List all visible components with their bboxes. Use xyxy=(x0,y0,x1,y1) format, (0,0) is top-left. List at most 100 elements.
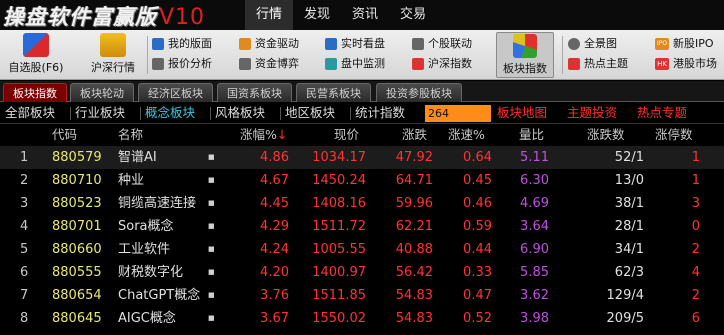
cell-ratio: 3.62 xyxy=(520,288,549,303)
cell-code: 880710 xyxy=(52,173,102,188)
cell-name: 财税数字化 xyxy=(118,265,184,280)
index-icon xyxy=(412,58,424,70)
filter-gainian[interactable]: 概念板块 xyxy=(145,103,195,123)
table-row[interactable]: 6 880555 财税数字化 4.20 1400.97 56.42 0.33 5.85 62/3… xyxy=(0,261,724,284)
report-icon xyxy=(152,58,164,70)
panorama-icon xyxy=(568,38,580,50)
cell-chg-pct: 4.67 xyxy=(260,173,289,188)
table-row[interactable]: 5 880660 工业软件 4.24 1005.55 40.88 0.44 6.90 34/1 2… xyxy=(0,238,724,261)
col-chg[interactable]: 涨跌 xyxy=(402,124,427,146)
cell-price: 1400.97 xyxy=(312,265,366,280)
table-row[interactable]: 4 880701 Sora概念 4.29 1511.72 62.21 0.59 3.64 28/… xyxy=(0,215,724,238)
menu-hangqing[interactable]: 行情 xyxy=(245,0,294,30)
col-limit[interactable]: 涨停数 xyxy=(655,124,693,146)
filter-hangye[interactable]: 行业板块 xyxy=(75,103,125,123)
wode-button[interactable]: 我的版面 xyxy=(152,34,212,54)
cell-updown: 28/1 xyxy=(614,219,644,234)
link-redian-zhuanti[interactable]: 热点专题 xyxy=(637,103,687,123)
cell-chg-pct: 4.29 xyxy=(260,219,289,234)
toolbar-divider xyxy=(147,36,148,74)
flag-marker-icon: ■ xyxy=(208,268,215,276)
tab-touzi-cangu[interactable]: 投资参股板块 xyxy=(376,83,462,102)
cell-chg-pct: 3.67 xyxy=(260,311,289,326)
cell-chg-pct: 3.76 xyxy=(260,288,289,303)
cell-price: 1034.17 xyxy=(312,150,366,165)
flag-marker-icon: ■ xyxy=(208,153,215,161)
cell-updown: 129/4 xyxy=(606,288,644,303)
menu-jiaoyi[interactable]: 交易 xyxy=(389,0,437,30)
flag-marker-icon: ■ xyxy=(208,199,215,207)
tab-minyingxi[interactable]: 民营系板块 xyxy=(296,83,371,102)
xingu-button[interactable]: IPO 新股IPO xyxy=(655,34,717,54)
app-logo: 操盘软件富赢版V10 xyxy=(3,5,206,30)
tab-guozixi[interactable]: 国资系板块 xyxy=(217,83,292,102)
cell-speed: 0.46 xyxy=(463,196,492,211)
cell-updown: 52/1 xyxy=(614,150,644,165)
link-zhuti-touzi[interactable]: 主题投资 xyxy=(567,103,617,123)
cell-price: 1450.24 xyxy=(312,173,366,188)
shishi-button[interactable]: 实时看盘 xyxy=(325,34,385,54)
redian-button[interactable]: 热点主题 xyxy=(568,54,628,74)
toolbar-group-2: 资金驱动 资金博弈 xyxy=(239,34,299,74)
tab-jingjiqu[interactable]: 经济区板块 xyxy=(138,83,213,102)
cell-chg: 59.96 xyxy=(395,196,433,211)
link-icon xyxy=(412,38,424,50)
col-ratio[interactable]: 量比 xyxy=(519,124,544,146)
col-updown[interactable]: 涨跌数 xyxy=(587,124,625,146)
cell-chg-pct: 4.24 xyxy=(260,242,289,257)
row-number: 4 xyxy=(20,219,29,234)
link-bankuai-ditu[interactable]: 板块地图 xyxy=(497,103,547,123)
chart-icon xyxy=(239,58,251,70)
tab-bankuai-lundong[interactable]: 板块轮动 xyxy=(70,83,134,102)
table-row[interactable]: 2 880710 种业 4.67 1450.24 64.71 0.45 6.30 13/0 1 ■ xyxy=(0,169,724,192)
menu-zixun[interactable]: 资讯 xyxy=(341,0,389,30)
zijin-boyi-button[interactable]: 资金博弈 xyxy=(239,54,299,74)
menu-faxian[interactable]: 发现 xyxy=(293,0,341,30)
filter-quanbu[interactable]: 全部板块 xyxy=(5,103,55,123)
toolbar-group-1: 我的版面 报价分析 xyxy=(152,34,212,74)
cell-code: 880523 xyxy=(52,196,102,211)
cell-price: 1511.72 xyxy=(312,219,366,234)
cell-speed: 0.45 xyxy=(463,173,492,188)
pie-chart-icon xyxy=(513,34,537,58)
table-row[interactable]: 1 880579 智谱AI 4.86 1034.17 47.92 0.64 5.11 52/1 1… xyxy=(0,146,724,169)
cell-chg: 40.88 xyxy=(395,242,433,257)
line-chart-icon xyxy=(325,38,337,50)
col-code[interactable]: 代码 xyxy=(52,124,77,146)
quanjing-button[interactable]: 全景图 xyxy=(568,34,628,54)
zijin-qudong-button[interactable]: 资金驱动 xyxy=(239,34,299,54)
cell-limit: 4 xyxy=(691,265,700,280)
col-name[interactable]: 名称 xyxy=(118,124,143,146)
col-chg-pct[interactable]: 涨幅%↓ xyxy=(240,124,287,146)
cell-name: 种业 xyxy=(118,173,145,188)
table-row[interactable]: 8 880645 AIGC概念 3.67 1550.02 54.83 0.52 3.98 209… xyxy=(0,307,724,330)
filter-diqu[interactable]: 地区板块 xyxy=(285,103,335,123)
hk-icon: HK xyxy=(655,58,669,70)
gegu-button[interactable]: 个股联动 xyxy=(412,34,472,54)
zixuan-button[interactable]: 自选股(F6) xyxy=(4,32,68,78)
col-speed[interactable]: 涨速% xyxy=(448,124,485,146)
bankuai-button[interactable]: 板块指数 xyxy=(496,32,554,78)
hushen-button[interactable]: 沪深行情 xyxy=(84,32,142,78)
panzhong-button[interactable]: 盘中监测 xyxy=(325,54,385,74)
table-row[interactable]: 7 880654 ChatGPT概念 3.76 1511.85 54.83 0.47 3.62… xyxy=(0,284,724,307)
flame-icon xyxy=(568,58,580,70)
flag-marker-icon: ■ xyxy=(208,222,215,230)
cell-ratio: 6.90 xyxy=(520,242,549,257)
cell-limit: 2 xyxy=(691,242,700,257)
cell-name: 智谱AI xyxy=(118,150,157,165)
cell-ratio: 3.98 xyxy=(520,311,549,326)
table-row[interactable]: 3 880523 铜缆高速连接 4.45 1408.16 59.96 0.46 4.69 38/… xyxy=(0,192,724,215)
filter-tongji[interactable]: 统计指数 xyxy=(355,103,405,123)
hushen-zhishu-button[interactable]: 沪深指数 xyxy=(412,54,472,74)
cell-limit: 2 xyxy=(691,288,700,303)
cell-name: 工业软件 xyxy=(118,242,171,257)
ipo-icon: IPO xyxy=(655,38,669,50)
col-price[interactable]: 现价 xyxy=(334,124,359,146)
filter-divider xyxy=(210,107,211,120)
toolbar-group-6: IPO 新股IPO HK 港股市场 xyxy=(655,34,717,74)
filter-fengge[interactable]: 风格板块 xyxy=(215,103,265,123)
ganggu-button[interactable]: HK 港股市场 xyxy=(655,54,717,74)
baojia-button[interactable]: 报价分析 xyxy=(152,54,212,74)
tab-bankuai-zhishu[interactable]: 板块指数 xyxy=(3,83,67,102)
